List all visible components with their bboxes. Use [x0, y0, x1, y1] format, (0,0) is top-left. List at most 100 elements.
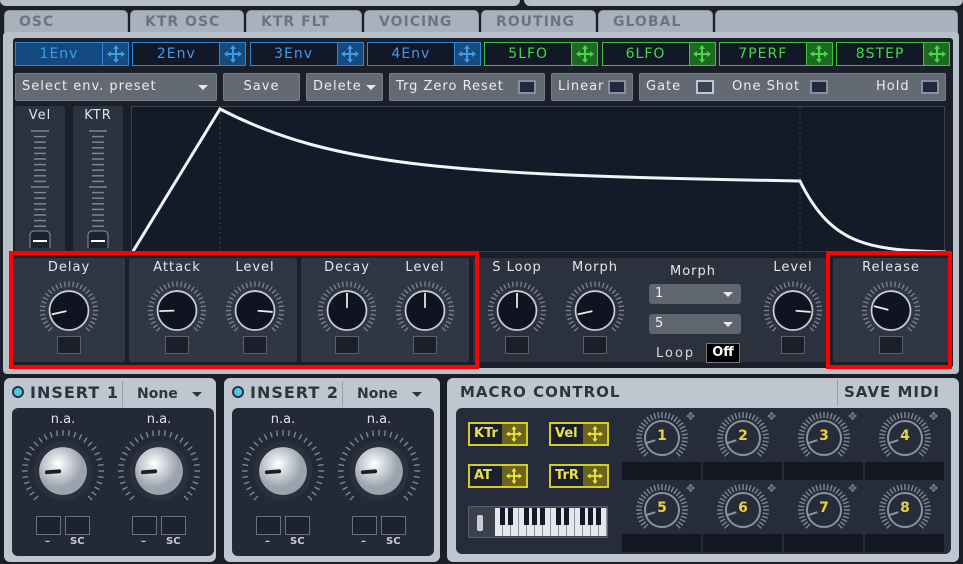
- insert-knob[interactable]: [334, 428, 424, 514]
- loop-toggle[interactable]: Off: [706, 343, 740, 363]
- move-arrows-icon[interactable]: ✥: [848, 410, 857, 423]
- macro-knob-1[interactable]: 1 ✥: [622, 410, 702, 468]
- decay-level-knob[interactable]: [390, 276, 460, 338]
- insert-1-effect-select[interactable]: None: [122, 381, 208, 407]
- s-loop-mod-slot[interactable]: [505, 336, 529, 354]
- envelope-graph[interactable]: [131, 106, 946, 253]
- env-tab-4[interactable]: 4Env: [366, 42, 481, 66]
- insert-knob[interactable]: [238, 428, 328, 514]
- release-mod-slot[interactable]: [879, 336, 903, 354]
- move-arrows-icon[interactable]: [102, 43, 128, 65]
- insert-mod-slot[interactable]: [132, 516, 157, 535]
- macro-source-ktr[interactable]: KTr: [468, 422, 528, 446]
- move-arrows-icon[interactable]: [336, 43, 363, 65]
- move-arrows-icon[interactable]: [502, 466, 526, 486]
- insert-mod-slot[interactable]: [256, 516, 281, 535]
- save-midi-button[interactable]: SAVE MIDI: [837, 379, 955, 406]
- s-loop-knob[interactable]: [482, 276, 552, 338]
- attack-level-knob[interactable]: [220, 276, 290, 338]
- move-arrows-icon[interactable]: ✥: [767, 482, 776, 495]
- insert-mod-slot[interactable]: [352, 516, 377, 535]
- tab-osc[interactable]: OSC: [4, 10, 128, 33]
- macro-knob-3[interactable]: 3 ✥: [784, 410, 864, 468]
- macro-knob-label-field[interactable]: [865, 534, 944, 552]
- preset-select[interactable]: Select env. preset: [15, 73, 217, 101]
- morph-mod-slot[interactable]: [583, 336, 607, 354]
- ktr-slider[interactable]: KTR: [73, 106, 123, 252]
- move-arrows-icon[interactable]: [219, 43, 246, 65]
- move-arrows-icon[interactable]: [923, 43, 950, 65]
- decay-level-mod-slot[interactable]: [413, 336, 437, 354]
- attack-level-mod-slot[interactable]: [243, 336, 267, 354]
- decay-knob[interactable]: [312, 276, 382, 338]
- vel-slider[interactable]: Vel: [15, 106, 65, 252]
- linear-checkbox[interactable]: [608, 80, 626, 94]
- attack-mod-slot[interactable]: [165, 336, 189, 354]
- env-tab-1[interactable]: 1Env: [15, 42, 129, 66]
- piano-keys-icon[interactable]: [495, 508, 607, 536]
- macro-knob-2[interactable]: 2 ✥: [703, 410, 783, 468]
- env-tab-2[interactable]: 2Env: [132, 42, 247, 66]
- sustain-level-knob[interactable]: [758, 276, 828, 338]
- insert-2-power-led[interactable]: [232, 386, 244, 398]
- move-arrows-icon[interactable]: ✥: [929, 410, 938, 423]
- macro-knob-5[interactable]: 5 ✥: [622, 482, 702, 540]
- move-arrows-icon[interactable]: [583, 424, 607, 444]
- macro-knob-label-field[interactable]: [622, 462, 701, 480]
- move-arrows-icon[interactable]: [502, 424, 526, 444]
- tab-routing[interactable]: ROUTING: [481, 10, 596, 33]
- insert-sc-slot[interactable]: [161, 516, 186, 535]
- keyboard-widget[interactable]: [468, 506, 608, 538]
- insert-sc-slot[interactable]: [65, 516, 90, 535]
- move-arrows-icon[interactable]: ✥: [929, 482, 938, 495]
- attack-knob[interactable]: [142, 276, 212, 338]
- macro-knob-8[interactable]: 8 ✥: [865, 482, 945, 540]
- insert-mod-slot[interactable]: [36, 516, 61, 535]
- release-knob[interactable]: [856, 276, 926, 338]
- sustain-level-mod-slot[interactable]: [781, 336, 805, 354]
- tab-voicing[interactable]: VOICING: [364, 10, 479, 33]
- macro-knob-label-field[interactable]: [865, 462, 944, 480]
- save-button[interactable]: Save: [223, 73, 300, 101]
- insert-sc-slot[interactable]: [285, 516, 310, 535]
- move-arrows-icon[interactable]: [688, 43, 715, 65]
- decay-mod-slot[interactable]: [335, 336, 359, 354]
- env-tab-5[interactable]: 5LFO: [484, 42, 599, 66]
- move-arrows-icon[interactable]: [453, 43, 480, 65]
- macro-knob-6[interactable]: 6 ✥: [703, 482, 783, 540]
- move-arrows-icon[interactable]: ✥: [848, 482, 857, 495]
- morph-knob[interactable]: [560, 276, 630, 338]
- move-arrows-icon[interactable]: ✥: [767, 410, 776, 423]
- insert-sc-slot[interactable]: [381, 516, 406, 535]
- macro-knob-label-field[interactable]: [784, 534, 863, 552]
- insert-2-effect-select[interactable]: None: [342, 381, 428, 407]
- move-arrows-icon[interactable]: [571, 43, 598, 65]
- delay-knob[interactable]: [34, 276, 104, 338]
- macro-knob-7[interactable]: 7 ✥: [784, 482, 864, 540]
- pitch-wheel-icon[interactable]: [477, 515, 483, 531]
- trg-zero-reset-toggle[interactable]: Trg Zero Reset: [389, 73, 545, 101]
- macro-source-trr[interactable]: TrR: [549, 464, 609, 488]
- macro-source-at[interactable]: AT: [468, 464, 528, 488]
- tab-global[interactable]: GLOBAL: [598, 10, 713, 33]
- move-arrows-icon[interactable]: [805, 43, 832, 65]
- insert-knob[interactable]: [114, 428, 204, 514]
- macro-knob-label-field[interactable]: [784, 462, 863, 480]
- move-arrows-icon[interactable]: ✥: [686, 410, 695, 423]
- env-tab-7[interactable]: 7PERF: [718, 42, 833, 66]
- env-tab-6[interactable]: 6LFO: [601, 42, 716, 66]
- linear-toggle[interactable]: Linear: [551, 73, 633, 101]
- macro-knob-label-field[interactable]: [703, 462, 782, 480]
- ktr-slider-track[interactable]: [73, 123, 123, 252]
- move-arrows-icon[interactable]: ✥: [686, 482, 695, 495]
- macro-knob-4[interactable]: 4 ✥: [865, 410, 945, 468]
- env-tab-8[interactable]: 8STEP: [836, 42, 951, 66]
- delete-button[interactable]: Delete: [306, 73, 383, 101]
- macro-knob-label-field[interactable]: [703, 534, 782, 552]
- tab-ktr-osc[interactable]: KTR OSC: [130, 10, 244, 33]
- trg-zero-reset-checkbox[interactable]: [518, 80, 536, 94]
- insert-knob[interactable]: [18, 428, 108, 514]
- env-tab-3[interactable]: 3Env: [249, 42, 364, 66]
- move-arrows-icon[interactable]: [583, 466, 607, 486]
- gate-checkbox[interactable]: [696, 80, 714, 94]
